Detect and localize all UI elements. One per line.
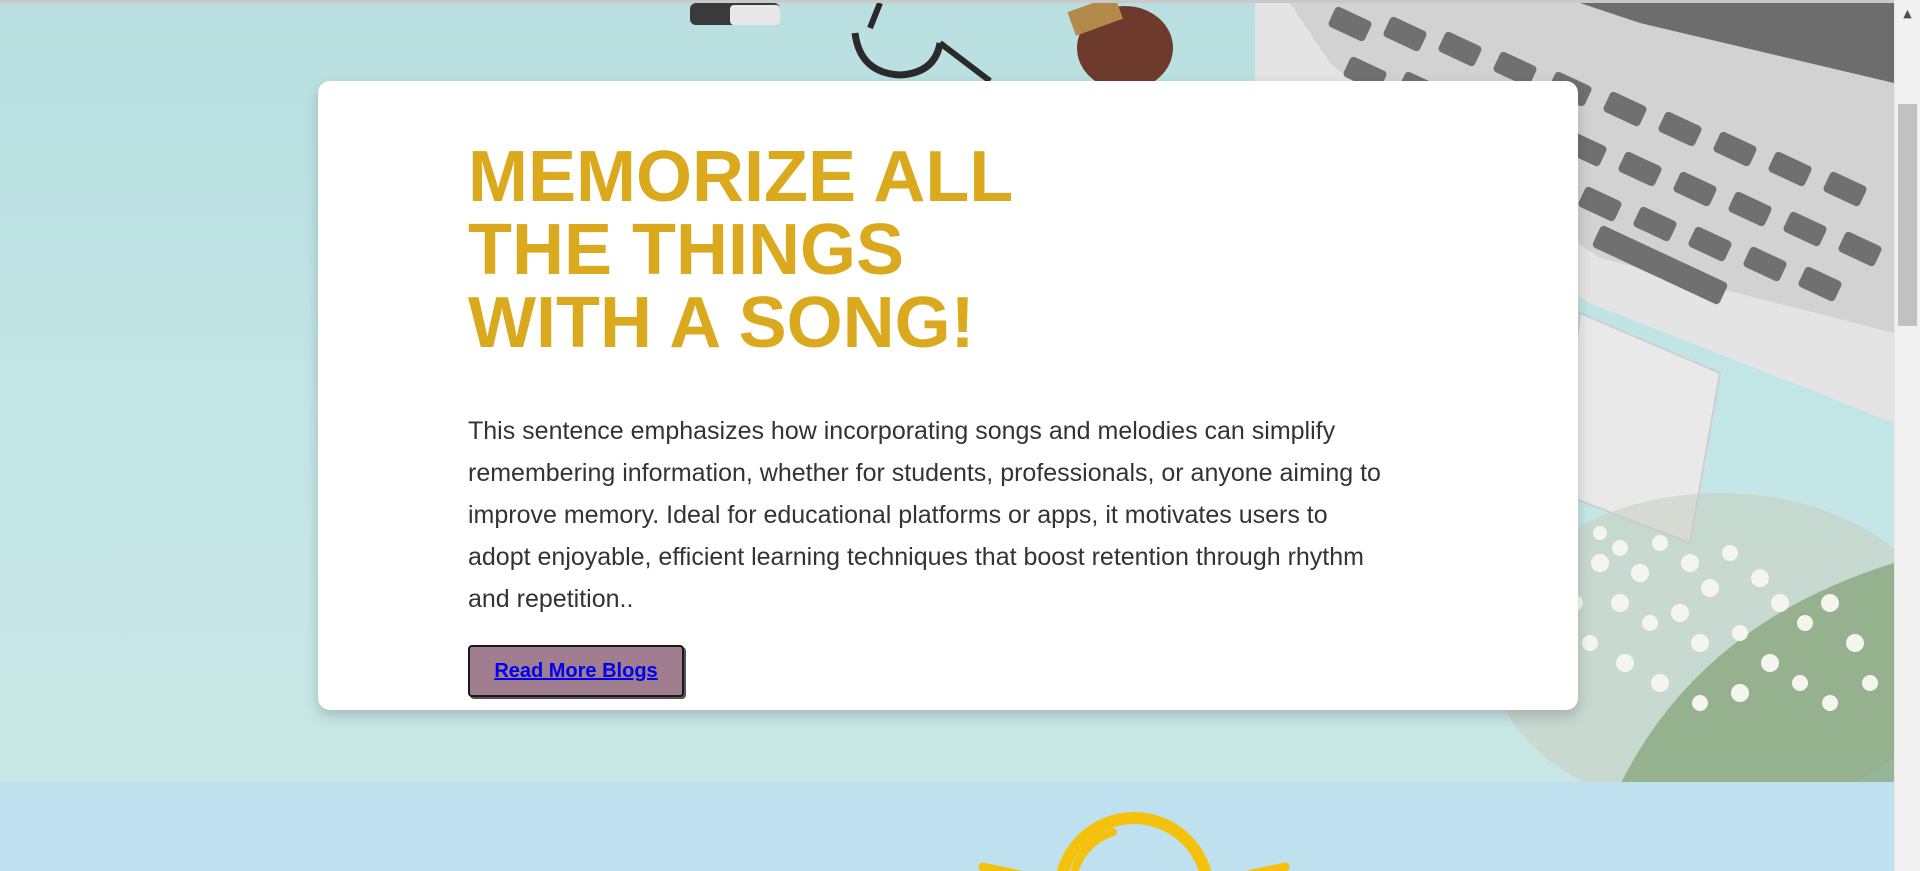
headline-line-3: WITH A SONG! xyxy=(468,283,975,363)
headline-line-2: THE THINGS xyxy=(468,210,905,290)
headline-line-1: MEMORIZE ALL xyxy=(468,137,1014,217)
read-more-blogs-link[interactable]: Read More Blogs xyxy=(494,660,657,683)
page-viewport: MEMORIZE ALL THE THINGS WITH A SONG! Thi… xyxy=(0,0,1894,871)
hero-section: MEMORIZE ALL THE THINGS WITH A SONG! Thi… xyxy=(0,0,1894,785)
next-section xyxy=(0,782,1894,871)
card-content: MEMORIZE ALL THE THINGS WITH A SONG! Thi… xyxy=(468,141,1388,620)
glasses-and-brush-image xyxy=(690,3,1173,90)
page-title: MEMORIZE ALL THE THINGS WITH A SONG! xyxy=(468,141,1068,360)
read-more-blogs-button[interactable]: Read More Blogs xyxy=(468,645,684,697)
blog-hero-card: MEMORIZE ALL THE THINGS WITH A SONG! Thi… xyxy=(318,81,1578,710)
sun-icon xyxy=(978,812,1290,871)
hero-description: This sentence emphasizes how incorporati… xyxy=(468,417,1381,613)
vertical-scrollbar[interactable]: ▲ xyxy=(1894,0,1920,871)
scrollbar-thumb[interactable] xyxy=(1898,104,1917,326)
scroll-up-arrow-icon[interactable]: ▲ xyxy=(1895,0,1920,26)
